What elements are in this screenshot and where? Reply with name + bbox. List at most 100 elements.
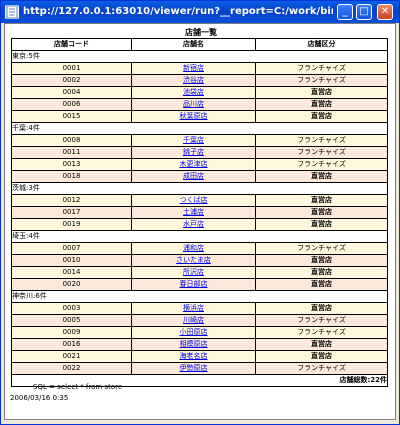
- store-type: フランチャイズ: [255, 74, 388, 87]
- table-row: 0020 春日部店 直営店: [11, 278, 388, 291]
- window-title: http://127.0.0.1:63010/viewer/run?__repo…: [23, 6, 333, 17]
- store-type: フランチャイズ: [255, 362, 388, 375]
- table-row: 0002 渋谷店 フランチャイズ: [11, 74, 388, 87]
- store-name-link[interactable]: 春日部店: [180, 280, 208, 288]
- store-name-link[interactable]: 横浜店: [183, 304, 204, 312]
- group-label: 埼玉:4件: [11, 230, 388, 243]
- group-label: 千葉:4件: [11, 122, 388, 135]
- group-label: 茨城:3件: [11, 182, 388, 195]
- close-button[interactable]: ✕: [377, 4, 393, 20]
- maximize-button[interactable]: □: [356, 4, 372, 20]
- column-header-type: 店舗区分: [255, 38, 388, 51]
- store-name-cell: 新宿店: [131, 62, 256, 75]
- store-name-link[interactable]: 木更津店: [180, 160, 208, 168]
- store-code: 0022: [11, 362, 132, 375]
- store-name-cell: 相模原店: [131, 338, 256, 351]
- store-type: 直営店: [255, 278, 388, 291]
- store-code: 0008: [11, 134, 132, 147]
- store-name-link[interactable]: 渋谷店: [183, 76, 204, 84]
- table-row: 0017 土浦店 直営店: [11, 206, 388, 219]
- table-row: 0003 横浜店 直営店: [11, 302, 388, 315]
- store-name-link[interactable]: つくば店: [180, 196, 208, 204]
- store-code: 0015: [11, 110, 132, 123]
- table-row: 0008 千葉店 フランチャイズ: [11, 134, 388, 147]
- store-name-cell: 銚子店: [131, 146, 256, 159]
- store-type: 直営店: [255, 98, 388, 111]
- store-name-link[interactable]: さいたま店: [176, 256, 211, 264]
- store-name-link[interactable]: 品川店: [183, 100, 204, 108]
- store-type: フランチャイズ: [255, 158, 388, 171]
- store-name-link[interactable]: 土浦店: [183, 208, 204, 216]
- store-code: 0014: [11, 266, 132, 279]
- store-name-link[interactable]: 水戸店: [183, 220, 204, 228]
- store-table: 店舗コード 店舗名 店舗区分 東京:5件 0001 新宿店フランチャイズ 0002 渋谷…: [11, 38, 388, 387]
- store-name-link[interactable]: 相模原店: [180, 340, 208, 348]
- title-bar[interactable]: http://127.0.0.1:63010/viewer/run?__repo…: [1, 1, 399, 23]
- store-name-link[interactable]: 銚子店: [183, 148, 204, 156]
- store-name-link[interactable]: 成田店: [183, 172, 204, 180]
- store-code: 0004: [11, 86, 132, 99]
- column-header-code: 店舗コード: [11, 38, 132, 51]
- store-name-link[interactable]: 池袋店: [183, 88, 204, 96]
- table-row: 0012 つくば店 直営店: [11, 194, 388, 207]
- store-name-cell: 品川店: [131, 98, 256, 111]
- report-title: 店舗一覧: [185, 28, 217, 37]
- store-name-cell: 木更津店: [131, 158, 256, 171]
- group-label: 神奈川:6件: [11, 290, 388, 303]
- store-type: フランチャイズ: [255, 314, 388, 327]
- table-row: 0009 小田原店 フランチャイズ: [11, 326, 388, 339]
- column-header-name: 店舗名: [131, 38, 256, 51]
- table-body: 東京:5件 0001 新宿店 フランチャイズ 0002 渋谷店 フランチャイズ 0004 池袋店…: [11, 50, 388, 387]
- table-row: 0010 さいたま店 直営店: [11, 254, 388, 267]
- store-type: 直営店: [255, 170, 388, 183]
- store-type: 直営店: [255, 110, 388, 123]
- store-code: 0002: [11, 74, 132, 87]
- minimize-button[interactable]: _: [337, 4, 353, 20]
- store-code: 0010: [11, 254, 132, 267]
- sql-text: SQL = select * from store: [33, 383, 123, 391]
- table-row: 0001 新宿店 フランチャイズ: [11, 62, 388, 75]
- store-code: 0021: [11, 350, 132, 363]
- store-type: 直営店: [255, 338, 388, 351]
- store-type: 直営店: [255, 350, 388, 363]
- store-name-cell: 成田店: [131, 170, 256, 183]
- group-header-row: 神奈川:6件: [11, 290, 388, 303]
- store-name-cell: 池袋店: [131, 86, 256, 99]
- store-name-cell: 土浦店: [131, 206, 256, 219]
- store-name-cell: つくば店: [131, 194, 256, 207]
- table-row: 0007 浦和店 フランチャイズ: [11, 242, 388, 255]
- table-row: 0016 相模原店 直営店: [11, 338, 388, 351]
- store-name-cell: 川崎店: [131, 314, 256, 327]
- store-name-link[interactable]: 海老名店: [180, 352, 208, 360]
- store-name-link[interactable]: 浦和店: [183, 244, 204, 252]
- store-code: 0005: [11, 314, 132, 327]
- table-row: 0006 品川店 直営店: [11, 98, 388, 111]
- store-name-cell: 水戸店: [131, 218, 256, 231]
- store-name-link[interactable]: 川崎店: [183, 316, 204, 324]
- group-header-row: 千葉:4件: [11, 122, 388, 135]
- store-name-cell: 横浜店: [131, 302, 256, 315]
- page-icon: [5, 5, 19, 19]
- store-code: 0011: [11, 146, 132, 159]
- store-name-link[interactable]: 秋葉原店: [180, 112, 208, 120]
- store-type: 直営店: [255, 206, 388, 219]
- table-row: 0011 銚子店 フランチャイズ: [11, 146, 388, 159]
- store-name-link[interactable]: 小田原店: [180, 328, 208, 336]
- table-row: 0022 伊勢原店 フランチャイズ: [11, 362, 388, 375]
- store-type: 直営店: [255, 218, 388, 231]
- store-name-link[interactable]: 所沢店: [183, 268, 204, 276]
- store-type: 直営店: [255, 86, 388, 99]
- store-name-link[interactable]: 千葉店: [183, 136, 204, 144]
- store-name-link[interactable]: 新宿店: [183, 64, 204, 72]
- store-type: 直営店: [255, 254, 388, 267]
- store-name-cell: 所沢店: [131, 266, 256, 279]
- group-header-row: 東京:5件: [11, 50, 388, 63]
- store-code: 0018: [11, 170, 132, 183]
- header-row: 店舗コード 店舗名 店舗区分: [11, 38, 388, 51]
- store-type: 直営店: [255, 266, 388, 279]
- store-name-link[interactable]: 伊勢原店: [180, 364, 208, 372]
- store-code: 0001: [11, 62, 132, 75]
- store-code: 0009: [11, 326, 132, 339]
- report-viewer: 店舗一覧 店舗コード 店舗名 店舗区分 東京:5件 0001 新宿店 フランチャイズ 0…: [4, 23, 396, 420]
- store-name-cell: 小田原店: [131, 326, 256, 339]
